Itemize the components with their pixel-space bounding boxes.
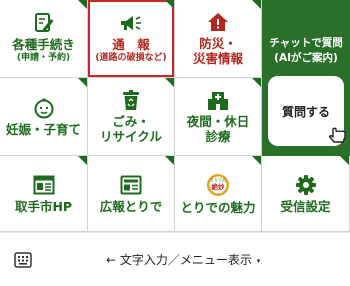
settings-tile[interactable]: 受信設定 <box>262 156 350 232</box>
charm-badge-top-text: とりでの <box>210 176 226 182</box>
recycle-label-line1: ごみ・ <box>112 114 150 129</box>
recycle-bin-icon <box>120 89 142 111</box>
caret-down-icon: ▾ <box>256 257 261 265</box>
web-page-icon <box>33 174 55 196</box>
procedures-label: 各種手続き <box>12 37 75 52</box>
gear-icon <box>295 174 317 196</box>
tile-corner-marker <box>252 78 261 87</box>
childcare-tile[interactable]: 妊娠・子育て <box>0 78 88 156</box>
ask-question-label: 質問する <box>281 104 330 119</box>
homepage-label: 取手市HP <box>14 198 73 214</box>
homepage-tile[interactable]: 取手市HP <box>0 156 88 232</box>
tile-corner-marker <box>252 156 261 165</box>
charm-label: とりでの魅力 <box>180 199 256 215</box>
report-sublabel: (道路の破損など) <box>95 53 167 63</box>
newsletter-label: 広報とりで <box>99 198 163 214</box>
hospital-icon <box>207 89 229 111</box>
document-pen-icon <box>33 12 55 34</box>
tile-corner-marker <box>78 78 87 87</box>
input-menu-toggle-label: ← 文字入力／メニュー表示 <box>106 253 252 267</box>
rich-menu: 各種手続き (申請・予約) 通 報 (道路の破損など) 防災・ 災害情報 妊娠・… <box>0 0 350 232</box>
keyboard-icon[interactable] <box>14 252 32 272</box>
tile-corner-marker <box>78 0 87 9</box>
pointing-hand-icon <box>326 120 348 148</box>
newsletter-tile[interactable]: 広報とりで <box>88 156 175 232</box>
procedures-tile[interactable]: 各種手続き (申請・予約) <box>0 0 88 78</box>
tile-corner-marker <box>165 156 174 165</box>
megaphone-icon <box>119 12 143 34</box>
night-clinic-label-line1: 夜間・休日 <box>186 114 250 129</box>
tile-corner-marker <box>78 156 87 165</box>
input-menu-toggle[interactable]: ← 文字入力／メニュー表示 ▾ <box>106 251 260 268</box>
disaster-label-line1: 防災・ <box>199 36 237 51</box>
tile-corner-marker <box>252 0 261 9</box>
tile-corner-marker <box>340 156 349 165</box>
chat-panel[interactable]: チャットで質問 (AIがご案内) 質問する <box>262 0 350 156</box>
tile-corner-marker <box>165 78 174 87</box>
childcare-label: 妊娠・子育て <box>5 121 81 137</box>
disaster-tile[interactable]: 防災・ 災害情報 <box>175 0 262 78</box>
house-alert-icon <box>207 11 229 33</box>
night-clinic-tile[interactable]: 夜間・休日 診療 <box>175 78 262 156</box>
ask-question-button[interactable]: 質問する <box>268 76 346 146</box>
charm-tile[interactable]: とりでの 絶妙 とりでの魅力 <box>175 156 262 232</box>
chat-title-line2: (AIがご案内) <box>274 52 338 64</box>
settings-label: 受信設定 <box>280 198 331 214</box>
newsletter-icon <box>120 174 142 196</box>
report-label: 通 報 <box>112 37 150 52</box>
baby-face-icon <box>33 97 55 119</box>
disaster-label-line2: 災害情報 <box>192 51 243 66</box>
procedures-sublabel: (申請・予約) <box>16 53 71 63</box>
night-clinic-label-line2: 診療 <box>205 129 231 144</box>
chat-title-line1: チャットで質問 <box>269 37 343 49</box>
recycle-label-line2: リサイクル <box>100 129 162 144</box>
tile-corner-marker <box>165 0 174 9</box>
recycle-tile[interactable]: ごみ・ リサイクル <box>88 78 175 156</box>
charm-badge-text: 絶妙 <box>212 182 226 191</box>
report-tile[interactable]: 通 報 (道路の破損など) <box>88 0 175 78</box>
bottom-bar: ← 文字入力／メニュー表示 ▾ <box>0 232 350 286</box>
charm-badge-icon: とりでの 絶妙 <box>205 173 231 197</box>
